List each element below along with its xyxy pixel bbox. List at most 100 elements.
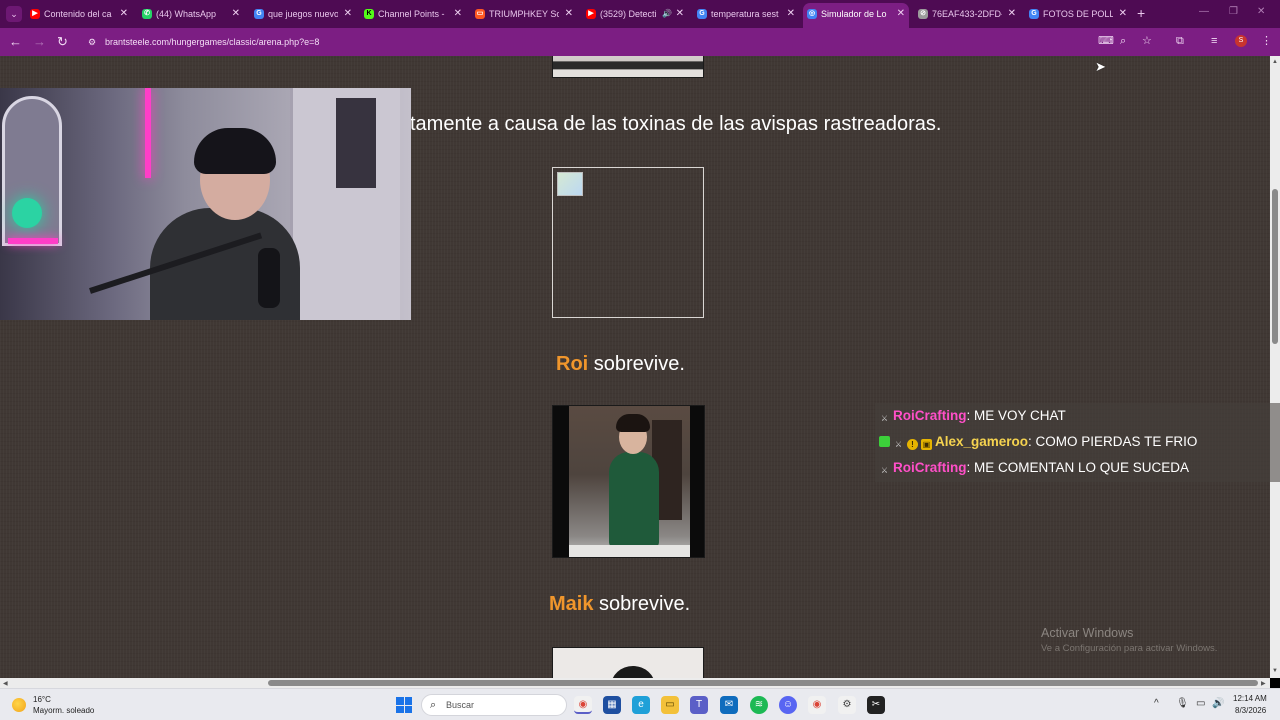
- event-text: tamente a causa de las toxinas de las av…: [410, 113, 942, 135]
- event-result: sobrevive.: [588, 353, 685, 375]
- chest-badge-icon: ▣: [921, 439, 932, 450]
- reload-button[interactable]: ↻: [57, 34, 68, 50]
- chat-text: : ME VOY CHAT: [966, 408, 1066, 423]
- weather-description[interactable]: Mayorm. soleado: [33, 706, 94, 715]
- file-icon: ⊘: [918, 9, 928, 19]
- chrome-icon[interactable]: ◉: [574, 696, 592, 714]
- tab-strip: ⌄ ▶ Contenido del ca ✕ ✆ (44) WhatsApp ✕…: [0, 0, 1280, 28]
- close-icon[interactable]: ✕: [344, 3, 352, 25]
- alert-badge-icon: !: [907, 439, 918, 450]
- close-icon[interactable]: ✕: [1119, 3, 1127, 25]
- search-placeholder: Buscar: [446, 700, 475, 710]
- tab-channel-points[interactable]: K Channel Points - ✕: [360, 3, 466, 25]
- vertical-scrollbar[interactable]: ▲ ▼: [1270, 56, 1280, 678]
- tab-76eaf433[interactable]: ⊘ 76EAF433-2DFD-4 ✕: [914, 3, 1020, 25]
- menu-kebab-icon[interactable]: ⋮: [1261, 34, 1272, 48]
- chat-text: : ME COMENTAN LO QUE SUCEDA: [966, 460, 1190, 475]
- bookmark-star-icon[interactable]: ☆: [1142, 34, 1152, 48]
- chat-message: ⚔! ▣ Alex_gameroo: COMO PIERDAS TE FRIO: [879, 429, 1197, 455]
- chat-overlay: ⚔ RoiCrafting: ME VOY CHAT ⚔! ▣ Alex_gamero…: [875, 403, 1280, 482]
- chat-message: ⚔ RoiCrafting: ME VOY CHAT: [879, 403, 1066, 429]
- close-icon[interactable]: ✕: [897, 3, 905, 25]
- tab-search-icon[interactable]: ⌄: [6, 6, 22, 22]
- webcam-neon-light: [145, 88, 151, 178]
- speaker-icon[interactable]: 🔊: [662, 3, 672, 25]
- profile-avatar[interactable]: S: [1235, 35, 1247, 47]
- clock-date[interactable]: 8/3/2026: [1235, 706, 1266, 715]
- store-icon[interactable]: ▦: [603, 696, 621, 714]
- edge-icon[interactable]: e: [632, 696, 650, 714]
- back-button[interactable]: ←: [9, 34, 22, 50]
- site-icon: ▭: [475, 9, 485, 19]
- media-control-icon[interactable]: ≡: [1211, 34, 1217, 48]
- scroll-up-arrow-icon[interactable]: ▲: [1272, 59, 1278, 65]
- translate-icon[interactable]: ⌨: [1098, 34, 1114, 48]
- close-icon[interactable]: ✕: [787, 3, 795, 25]
- clock-time[interactable]: 12:14 AM: [1233, 694, 1267, 703]
- horizontal-scroll-thumb[interactable]: [268, 680, 1258, 686]
- mail-icon[interactable]: ✉: [720, 696, 738, 714]
- broken-image-icon: [557, 172, 583, 196]
- close-icon[interactable]: ✕: [676, 3, 684, 25]
- tab-contenido[interactable]: ▶ Contenido del ca ✕: [26, 3, 132, 25]
- tab-triumphkey[interactable]: ▭ TRIUMPHKEY Scr ✕: [471, 3, 577, 25]
- discord-icon[interactable]: ☺: [779, 696, 797, 714]
- file-explorer-icon[interactable]: ▭: [661, 696, 679, 714]
- start-button[interactable]: [396, 697, 412, 713]
- site-info-icon[interactable]: ⚙: [88, 37, 96, 48]
- volume-icon[interactable]: 🔊: [1212, 698, 1224, 709]
- photo-person-hair: [616, 414, 650, 432]
- tab-temperatura[interactable]: G temperatura sest ✕: [693, 3, 799, 25]
- scroll-right-arrow-icon[interactable]: ▶: [1261, 680, 1266, 687]
- minimize-button[interactable]: —: [1199, 6, 1209, 17]
- steam-icon[interactable]: ⚙: [838, 696, 856, 714]
- capcut-icon[interactable]: ✂: [867, 696, 885, 714]
- forward-button[interactable]: →: [33, 34, 46, 50]
- tab-label: Contenido del ca: [44, 9, 112, 19]
- tab-fotos[interactable]: G FOTOS DE POLLIT ✕: [1025, 3, 1131, 25]
- scroll-left-arrow-icon[interactable]: ◀: [3, 680, 8, 687]
- event-result: sobrevive.: [593, 593, 691, 615]
- close-icon[interactable]: ✕: [120, 3, 128, 25]
- close-icon[interactable]: ✕: [454, 3, 462, 25]
- tab-label: que juegos nuevo: [268, 9, 338, 19]
- close-icon[interactable]: ✕: [1008, 3, 1016, 25]
- horizontal-scrollbar[interactable]: ◀ ▶: [0, 678, 1270, 688]
- tab-simulador[interactable]: ◎ Simulador de Lo ✕: [803, 3, 909, 28]
- tab-label: Simulador de Lo: [821, 9, 887, 19]
- tab-whatsapp[interactable]: ✆ (44) WhatsApp ✕: [138, 3, 244, 25]
- tray-chevron-icon[interactable]: ^: [1154, 698, 1159, 709]
- scroll-down-arrow-icon[interactable]: ▼: [1272, 668, 1278, 674]
- vertical-scroll-thumb[interactable]: [1272, 189, 1278, 344]
- extensions-icon[interactable]: ⧉: [1176, 34, 1184, 48]
- tab-juegos[interactable]: G que juegos nuevo ✕: [250, 3, 356, 25]
- sword-badge-icon: ⚔: [880, 414, 889, 423]
- url-text[interactable]: brantsteele.com/hungergames/classic/aren…: [105, 36, 319, 48]
- teams-icon[interactable]: T: [690, 696, 708, 714]
- kick-icon: K: [364, 9, 374, 19]
- close-icon[interactable]: ✕: [232, 3, 240, 25]
- chat-username: Alex_gameroo: [935, 434, 1029, 449]
- tab-label: temperatura sest: [711, 9, 779, 19]
- microphone-icon[interactable]: 🎙: [1176, 698, 1189, 709]
- globe-icon: ◎: [807, 9, 817, 19]
- maximize-button[interactable]: ❐: [1229, 6, 1238, 17]
- tab-detecti[interactable]: ▶ (3529) Detecti 🔊 ✕: [582, 3, 688, 25]
- photo-person-body: [609, 452, 659, 548]
- zoom-icon[interactable]: ⌕: [1120, 34, 1126, 48]
- close-icon[interactable]: ✕: [565, 3, 573, 25]
- chrome-profile-icon[interactable]: ◉: [808, 696, 826, 714]
- tribute-photo-roi: [552, 405, 705, 558]
- webcam-neon-strip: [8, 238, 58, 244]
- tribute-name: Roi: [556, 353, 589, 375]
- tab-label: FOTOS DE POLLIT: [1043, 9, 1113, 19]
- webcam-streamer-hair: [194, 128, 276, 174]
- weather-sun-icon[interactable]: [12, 698, 26, 712]
- spotify-icon[interactable]: ≋: [750, 696, 768, 714]
- window-close-button[interactable]: ✕: [1257, 6, 1265, 17]
- display-icon[interactable]: ▭: [1196, 698, 1205, 709]
- weather-temperature[interactable]: 16°C: [33, 695, 51, 704]
- chat-message: ⚔ RoiCrafting: ME COMENTAN LO QUE SUCEDA: [879, 455, 1189, 481]
- taskbar-search[interactable]: ⌕ Buscar: [421, 694, 567, 716]
- new-tab-button[interactable]: +: [1137, 5, 1145, 21]
